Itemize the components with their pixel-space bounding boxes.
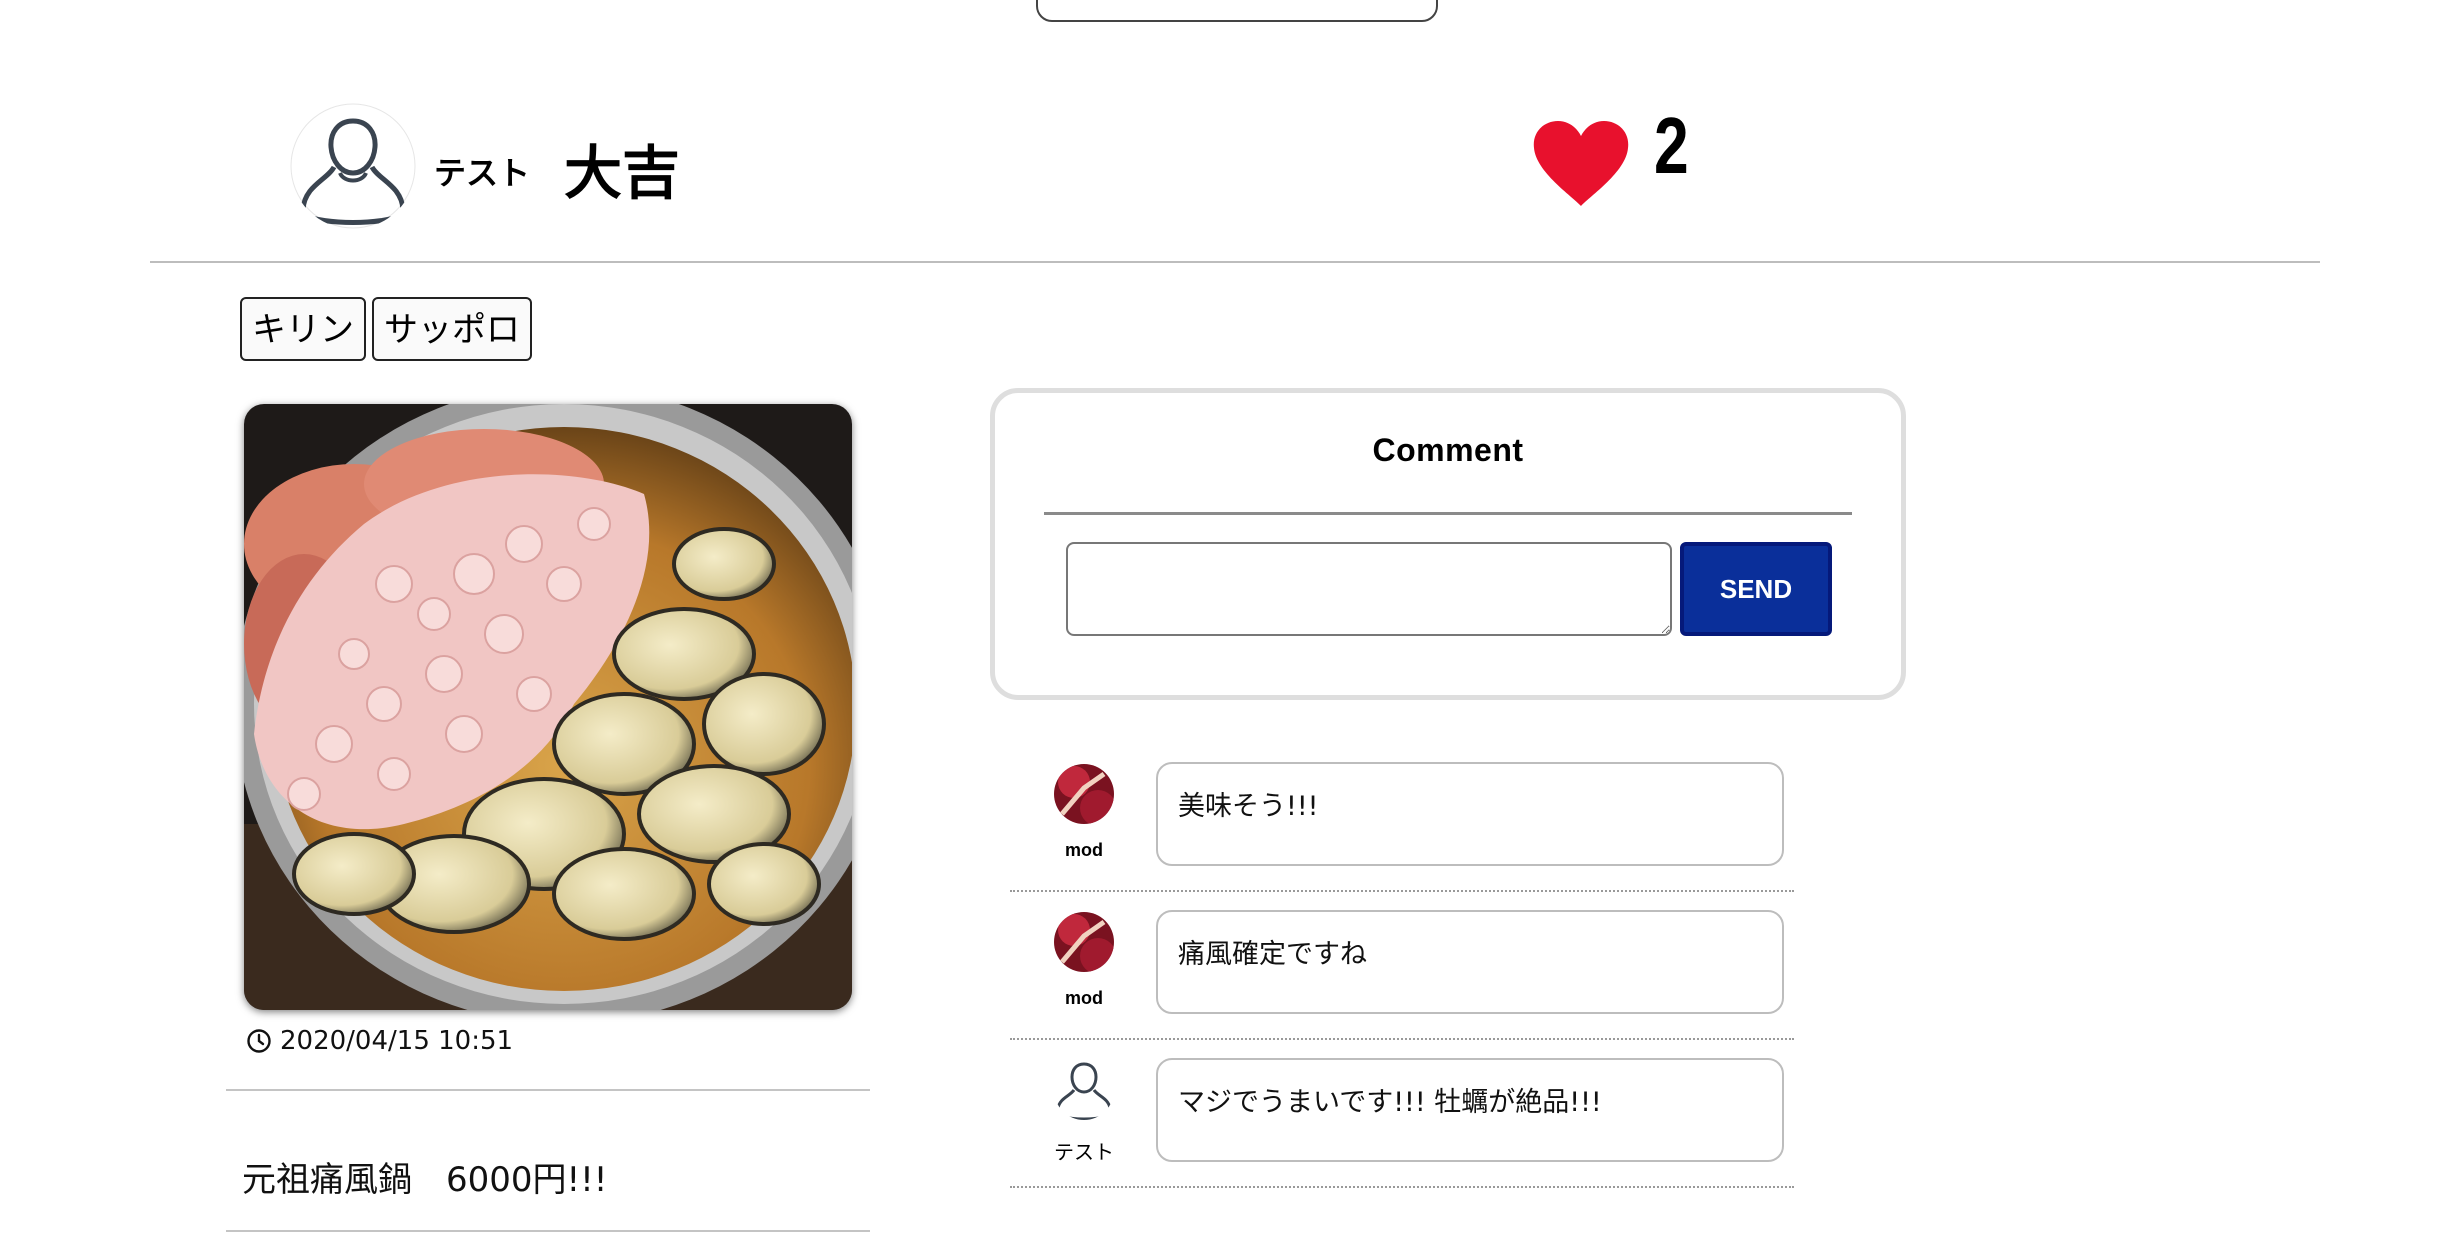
comment-item: mod 痛風確定ですね: [1010, 910, 1794, 1060]
commenter-avatar[interactable]: [1054, 764, 1114, 824]
comment-text: 美味そう!!!: [1156, 762, 1784, 866]
comment-input[interactable]: [1066, 542, 1672, 636]
post-timestamp: 2020/04/15 10:51: [246, 1026, 513, 1056]
post-photo: [244, 404, 852, 1010]
comment-text: 痛風確定ですね: [1156, 910, 1784, 1014]
tag-kirin[interactable]: キリン: [240, 297, 366, 361]
comment-item: テスト マジでうまいです!!! 牡蠣が絶品!!!: [1010, 1058, 1794, 1208]
commenter-avatar[interactable]: [1054, 1060, 1114, 1120]
comment-divider: [1010, 1186, 1794, 1188]
header-divider: [150, 261, 2320, 263]
author-name[interactable]: テスト: [434, 148, 530, 194]
comment-heading-divider: [1044, 512, 1852, 515]
timestamp-text: 2020/04/15 10:51: [280, 1026, 514, 1056]
comment-heading: Comment: [1372, 432, 1524, 468]
edit-post-button[interactable]: Edit Post: [1036, 0, 1438, 22]
description-divider-top: [226, 1089, 870, 1091]
commenter-name[interactable]: mod: [1010, 988, 1158, 1009]
post-description: 元祖痛風鍋 6000円!!!: [242, 1160, 608, 1200]
user-silhouette-icon: [1056, 1062, 1112, 1120]
comment-text: マジでうまいです!!! 牡蠣が絶品!!!: [1156, 1058, 1784, 1162]
tag-sapporo[interactable]: サッポロ: [372, 297, 532, 361]
like-heart-icon[interactable]: [1532, 120, 1630, 208]
comment-divider: [1010, 890, 1794, 892]
like-count: 2: [1654, 101, 1689, 190]
send-button[interactable]: SEND: [1680, 542, 1832, 636]
author-avatar[interactable]: [290, 103, 416, 229]
user-silhouette-icon: [290, 103, 416, 229]
comment-divider: [1010, 1038, 1794, 1040]
description-divider-bottom: [226, 1230, 870, 1232]
commenter-name[interactable]: mod: [1010, 840, 1158, 861]
clock-icon: [247, 1029, 271, 1053]
post-title: 大吉: [564, 139, 681, 207]
comment-item: mod 美味そう!!!: [1010, 762, 1794, 912]
tag-list: キリン サッポロ: [240, 297, 532, 361]
commenter-name[interactable]: テスト: [1010, 1136, 1158, 1165]
commenter-avatar[interactable]: [1054, 912, 1114, 972]
